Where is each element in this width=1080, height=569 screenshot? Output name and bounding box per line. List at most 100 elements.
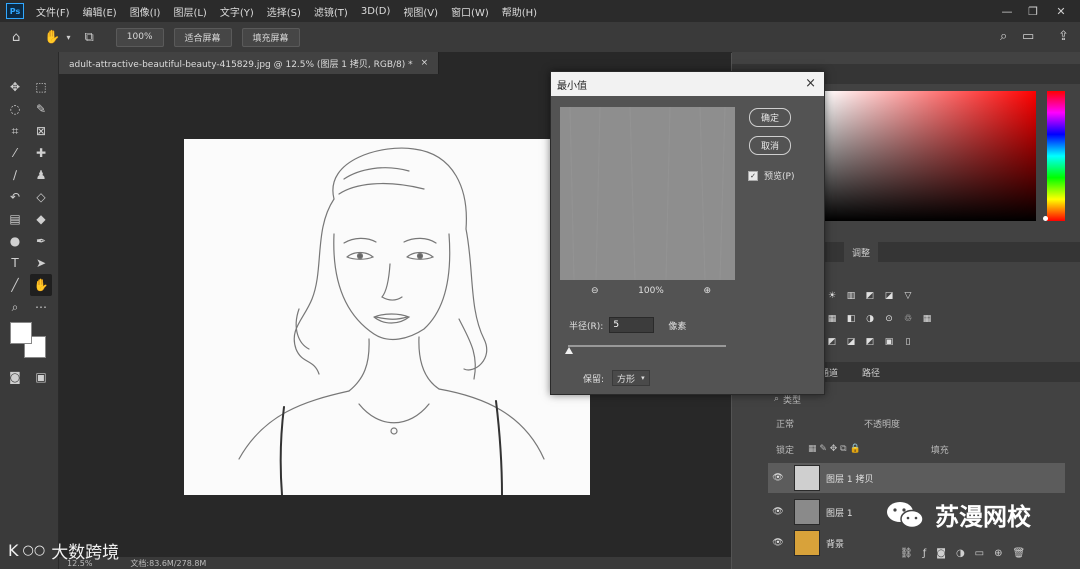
- photoshop-logo-icon[interactable]: Ps: [6, 3, 24, 19]
- cancel-button[interactable]: 取消: [749, 136, 791, 155]
- more-tools-icon[interactable]: ⋯: [30, 296, 52, 318]
- add-mask-icon[interactable]: ◙: [936, 548, 946, 559]
- dodge-tool-icon[interactable]: ●: [4, 230, 26, 252]
- hue-slider[interactable]: [1047, 91, 1065, 221]
- foreground-color-swatch[interactable]: [10, 322, 32, 344]
- menu-image[interactable]: 图像(I): [130, 4, 161, 19]
- hand-tool-active-icon[interactable]: ✋: [30, 274, 52, 296]
- posterize-icon[interactable]: ◪: [844, 336, 858, 348]
- blur-tool-icon[interactable]: ◆: [30, 208, 52, 230]
- blend-mode-select[interactable]: 正常: [776, 417, 794, 430]
- levels-icon[interactable]: ▥: [844, 290, 858, 302]
- threshold-icon[interactable]: ◩: [863, 336, 877, 348]
- link-layers-icon[interactable]: ⛓: [900, 548, 913, 559]
- menu-filter[interactable]: 滤镜(T): [314, 4, 348, 19]
- gradient-tool-icon[interactable]: ▤: [4, 208, 26, 230]
- brush-tool-icon[interactable]: ∕: [4, 164, 26, 186]
- scroll-all-windows-icon[interactable]: ⧉: [84, 30, 93, 45]
- menu-select[interactable]: 选择(S): [267, 4, 301, 19]
- screen-mode-icon[interactable]: ▣: [30, 366, 52, 388]
- zoom-out-icon[interactable]: ⊖: [591, 286, 599, 296]
- menu-view[interactable]: 视图(V): [403, 4, 438, 19]
- search-icon[interactable]: ⌕: [1000, 29, 1007, 44]
- menu-3d[interactable]: 3D(D): [361, 6, 391, 17]
- fill-screen-button[interactable]: 填充屏幕: [241, 27, 300, 47]
- layer-name[interactable]: 图层 1: [826, 506, 853, 519]
- radius-slider-thumb[interactable]: [565, 347, 573, 354]
- preview-checkbox-row[interactable]: ✓ 预览(P): [748, 169, 794, 182]
- preserve-select[interactable]: 方形 ▾: [612, 370, 650, 386]
- layer-name[interactable]: 图层 1 拷贝: [826, 472, 873, 485]
- eye-icon[interactable]: 👁: [768, 507, 788, 517]
- fit-screen-button[interactable]: 适合屏幕: [173, 27, 232, 47]
- brightness-icon[interactable]: ☀: [825, 290, 839, 302]
- layer-name[interactable]: 背景: [826, 537, 844, 550]
- photo-filter-icon[interactable]: ⊙: [882, 313, 896, 325]
- quick-select-tool-icon[interactable]: ✎: [30, 98, 52, 120]
- document-tab[interactable]: adult-attractive-beautiful-beauty-415829…: [59, 52, 439, 74]
- zoom-100-button[interactable]: 100%: [115, 27, 164, 47]
- minimize-icon[interactable]: —: [994, 0, 1020, 22]
- zoom-in-icon[interactable]: ⊕: [703, 286, 711, 296]
- menu-help[interactable]: 帮助(H): [502, 4, 537, 19]
- color-swatches[interactable]: [10, 320, 50, 360]
- gradient-map-icon[interactable]: ▣: [882, 336, 896, 348]
- stamp-tool-icon[interactable]: ♟: [30, 164, 52, 186]
- invert-icon[interactable]: ◩: [825, 336, 839, 348]
- filter-preview[interactable]: [560, 106, 735, 281]
- color-picker-field[interactable]: [825, 91, 1036, 221]
- eraser-tool-icon[interactable]: ◇: [30, 186, 52, 208]
- zoom-tool-icon[interactable]: ⌕: [4, 296, 26, 318]
- lasso-tool-icon[interactable]: ◌: [4, 98, 26, 120]
- healing-tool-icon[interactable]: ✚: [30, 142, 52, 164]
- menu-layer[interactable]: 图层(L): [173, 4, 206, 19]
- trash-icon[interactable]: 🗑: [1013, 548, 1026, 559]
- tab-adjustments[interactable]: 调整: [844, 241, 879, 263]
- radius-slider[interactable]: [568, 345, 726, 347]
- quick-mask-icon[interactable]: ◙: [4, 366, 26, 388]
- preview-checkbox[interactable]: ✓: [748, 170, 758, 181]
- radius-input[interactable]: 5: [609, 317, 655, 333]
- type-tool-icon[interactable]: T: [4, 252, 26, 274]
- hand-tool-icon[interactable]: ✋: [44, 30, 60, 45]
- eyedropper-tool-icon[interactable]: ⁄: [4, 142, 26, 164]
- adjustment-layer-icon[interactable]: ◑: [956, 548, 965, 559]
- history-brush-tool-icon[interactable]: ↶: [4, 186, 26, 208]
- chevron-down-icon[interactable]: ▾: [66, 33, 70, 42]
- new-layer-icon[interactable]: ⊕: [994, 548, 1002, 559]
- color-lookup-icon[interactable]: ▦: [920, 313, 934, 325]
- selective-color-icon[interactable]: ▯: [901, 336, 915, 348]
- close-window-icon[interactable]: ✕: [1048, 0, 1074, 22]
- exposure-icon[interactable]: ◪: [882, 290, 896, 302]
- menu-window[interactable]: 窗口(W): [451, 4, 489, 19]
- workspace-icon[interactable]: ▭: [1022, 29, 1034, 44]
- path-select-tool-icon[interactable]: ➤: [30, 252, 52, 274]
- black-white-icon[interactable]: ◑: [863, 313, 877, 325]
- share-icon[interactable]: ⇪: [1058, 29, 1069, 44]
- menu-type[interactable]: 文字(Y): [220, 4, 254, 19]
- pen-tool-icon[interactable]: ✒: [30, 230, 52, 252]
- color-balance-icon[interactable]: ◧: [844, 313, 858, 325]
- move-tool-icon[interactable]: ✥: [4, 76, 26, 98]
- restore-icon[interactable]: ❐: [1020, 0, 1046, 22]
- layer-row[interactable]: 👁 图层 1 拷贝: [768, 463, 1065, 493]
- fx-icon[interactable]: ƒ: [923, 548, 927, 559]
- tab-paths[interactable]: 路径: [862, 366, 880, 379]
- line-tool-icon[interactable]: ╱: [4, 274, 26, 296]
- close-icon[interactable]: ×: [805, 76, 816, 91]
- menu-edit[interactable]: 编辑(E): [83, 4, 117, 19]
- vibrance-icon[interactable]: ▽: [901, 290, 915, 302]
- eye-icon[interactable]: 👁: [768, 538, 788, 548]
- close-tab-icon[interactable]: ×: [421, 58, 429, 68]
- menu-file[interactable]: 文件(F): [36, 4, 70, 19]
- group-icon[interactable]: ▭: [975, 548, 984, 559]
- eye-icon[interactable]: 👁: [768, 473, 788, 483]
- frame-tool-icon[interactable]: ⊠: [30, 120, 52, 142]
- marquee-tool-icon[interactable]: ⬚: [30, 76, 52, 98]
- hue-saturation-icon[interactable]: ▦: [825, 313, 839, 325]
- channel-mixer-icon[interactable]: ♲: [901, 313, 915, 325]
- home-icon[interactable]: ⌂: [12, 30, 20, 45]
- lock-icons[interactable]: ▦ ✎ ✥ ⧉ 🔒: [808, 444, 861, 454]
- image-canvas[interactable]: [184, 139, 590, 495]
- curves-icon[interactable]: ◩: [863, 290, 877, 302]
